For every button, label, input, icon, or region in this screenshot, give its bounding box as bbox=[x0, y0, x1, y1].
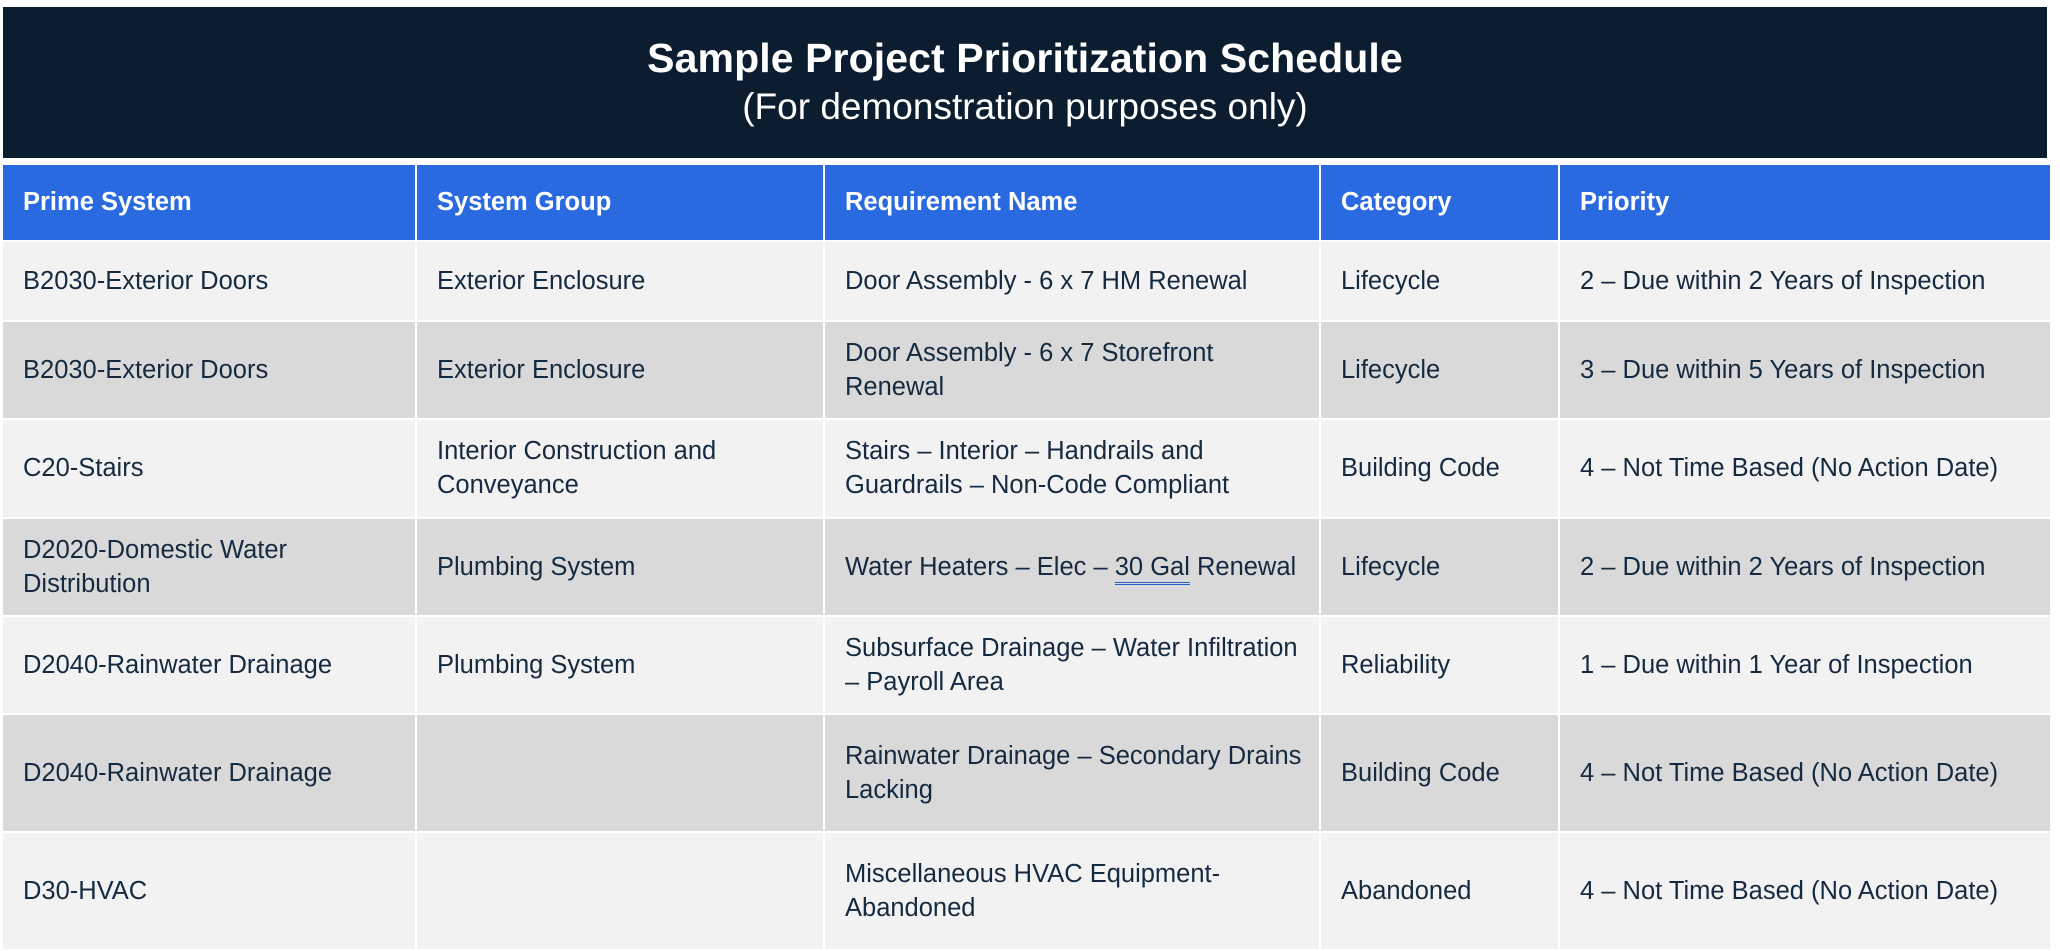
prioritization-schedule-table: Prime System System Group Requirement Na… bbox=[1, 163, 2052, 951]
cell-category: Building Code bbox=[1321, 420, 1558, 517]
cell-priority: 2 – Due within 2 Years of Inspection bbox=[1560, 518, 2050, 615]
cell-requirement-name: Door Assembly - 6 x 7 HM Renewal bbox=[825, 242, 1319, 320]
cell-prime-system: B2030-Exterior Doors bbox=[3, 242, 415, 320]
table-row[interactable]: D2040-Rainwater Drainage Rainwater Drain… bbox=[3, 715, 2050, 832]
cell-prime-system: D2020-Domestic Water Distribution bbox=[3, 518, 415, 615]
cell-prime-system: D30-HVAC bbox=[3, 833, 415, 950]
cell-category: Reliability bbox=[1321, 616, 1558, 714]
cell-requirement-name: Miscellaneous HVAC Equipment-Abandoned bbox=[825, 833, 1319, 950]
cell-system-group: Exterior Enclosure bbox=[417, 322, 823, 419]
table-header: Prime System System Group Requirement Na… bbox=[3, 165, 2050, 240]
cell-category: Lifecycle bbox=[1321, 322, 1558, 419]
column-header-prime-system[interactable]: Prime System bbox=[3, 165, 415, 240]
requirement-text-suffix: Renewal bbox=[1189, 552, 1297, 581]
cell-system-group: Plumbing System bbox=[417, 616, 823, 714]
table-row[interactable]: C20-Stairs Interior Construction and Con… bbox=[3, 420, 2050, 517]
cell-category: Lifecycle bbox=[1321, 518, 1558, 615]
cell-priority: 2 – Due within 2 Years of Inspection bbox=[1560, 242, 2050, 320]
table-body: B2030-Exterior Doors Exterior Enclosure … bbox=[3, 242, 2050, 950]
column-header-priority[interactable]: Priority bbox=[1560, 165, 2050, 240]
cell-priority: 4 – Not Time Based (No Action Date) bbox=[1560, 715, 2050, 832]
cell-priority: 4 – Not Time Based (No Action Date) bbox=[1560, 420, 2050, 517]
cell-category: Abandoned bbox=[1321, 833, 1558, 950]
title-banner: Sample Project Prioritization Schedule (… bbox=[3, 7, 2047, 158]
cell-requirement-name: Water Heaters – Elec – 30 Gal Renewal bbox=[825, 518, 1319, 615]
cell-category: Lifecycle bbox=[1321, 242, 1558, 320]
cell-requirement-name: Rainwater Drainage – Secondary Drains La… bbox=[825, 715, 1319, 832]
cell-prime-system: D2040-Rainwater Drainage bbox=[3, 715, 415, 832]
requirement-text-prefix: Water Heaters – Elec – bbox=[845, 552, 1115, 581]
table-row[interactable]: D2020-Domestic Water Distribution Plumbi… bbox=[3, 518, 2050, 615]
cell-prime-system: C20-Stairs bbox=[3, 420, 415, 517]
table-row[interactable]: B2030-Exterior Doors Exterior Enclosure … bbox=[3, 322, 2050, 419]
cell-system-group: Interior Construction and Conveyance bbox=[417, 420, 823, 517]
column-header-requirement-name[interactable]: Requirement Name bbox=[825, 165, 1319, 240]
cell-requirement-name: Subsurface Drainage – Water Infiltration… bbox=[825, 616, 1319, 714]
cell-system-group: Exterior Enclosure bbox=[417, 242, 823, 320]
cell-prime-system: B2030-Exterior Doors bbox=[3, 322, 415, 419]
cell-system-group bbox=[417, 715, 823, 832]
cell-prime-system: D2040-Rainwater Drainage bbox=[3, 616, 415, 714]
cell-priority: 1 – Due within 1 Year of Inspection bbox=[1560, 616, 2050, 714]
column-header-system-group[interactable]: System Group bbox=[417, 165, 823, 240]
table-row[interactable]: B2030-Exterior Doors Exterior Enclosure … bbox=[3, 242, 2050, 320]
column-header-category[interactable]: Category bbox=[1321, 165, 1558, 240]
table-header-row: Prime System System Group Requirement Na… bbox=[3, 165, 2050, 240]
grammar-flagged-text[interactable]: 30 Gal bbox=[1114, 552, 1190, 585]
page-subtitle: (For demonstration purposes only) bbox=[742, 85, 1308, 127]
cell-priority: 3 – Due within 5 Years of Inspection bbox=[1560, 322, 2050, 419]
table-row[interactable]: D30-HVAC Miscellaneous HVAC Equipment-Ab… bbox=[3, 833, 2050, 950]
cell-system-group bbox=[417, 833, 823, 950]
cell-system-group: Plumbing System bbox=[417, 518, 823, 615]
cell-category: Building Code bbox=[1321, 715, 1558, 832]
cell-requirement-name: Stairs – Interior – Handrails and Guardr… bbox=[825, 420, 1319, 517]
schedule-page: Sample Project Prioritization Schedule (… bbox=[0, 0, 2060, 950]
cell-priority: 4 – Not Time Based (No Action Date) bbox=[1560, 833, 2050, 950]
page-title: Sample Project Prioritization Schedule bbox=[647, 34, 1403, 81]
cell-requirement-name: Door Assembly - 6 x 7 Storefront Renewal bbox=[825, 322, 1319, 419]
table-row[interactable]: D2040-Rainwater Drainage Plumbing System… bbox=[3, 616, 2050, 714]
schedule-table-wrapper: Prime System System Group Requirement Na… bbox=[3, 165, 2050, 950]
